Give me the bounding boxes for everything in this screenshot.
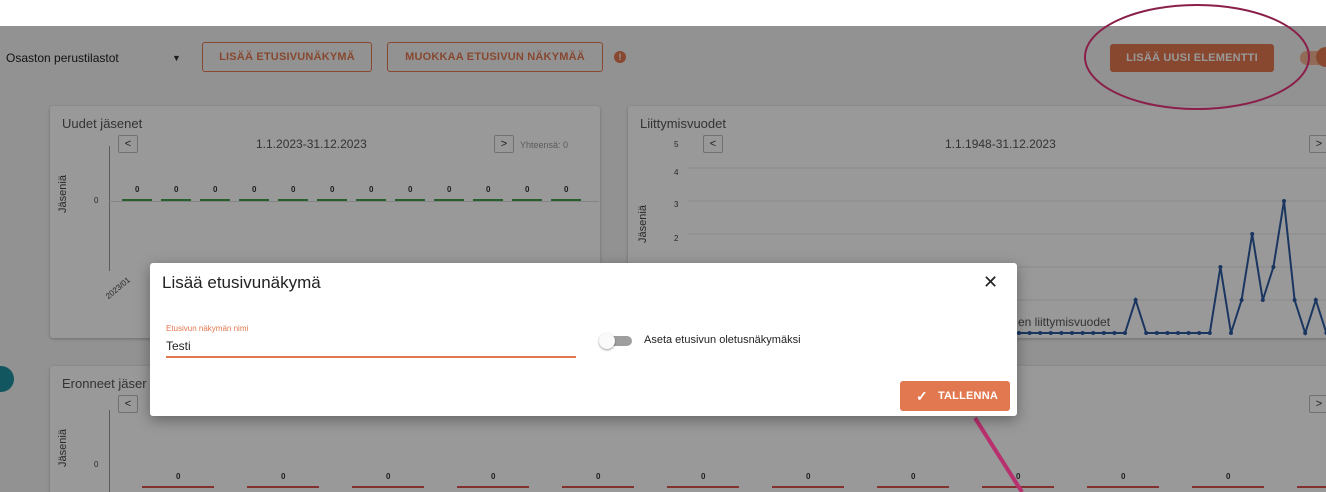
check-icon: ✓ xyxy=(916,387,928,404)
save-button[interactable]: ✓ TALLENNA xyxy=(900,381,1010,411)
close-icon[interactable]: ✕ xyxy=(983,272,998,293)
view-name-label: Etusivun näkymän nimi xyxy=(166,324,249,333)
save-button-label: TALLENNA xyxy=(937,390,998,402)
view-name-input[interactable] xyxy=(166,336,576,358)
add-view-dialog: Lisää etusivunäkymä ✕ Etusivun näkymän n… xyxy=(150,263,1017,416)
modal-backdrop[interactable] xyxy=(0,26,1326,492)
default-view-toggle-label: Aseta etusivun oletusnäkymäksi xyxy=(644,334,801,346)
dialog-title: Lisää etusivunäkymä xyxy=(162,273,321,292)
toggle-knob[interactable] xyxy=(599,333,615,349)
